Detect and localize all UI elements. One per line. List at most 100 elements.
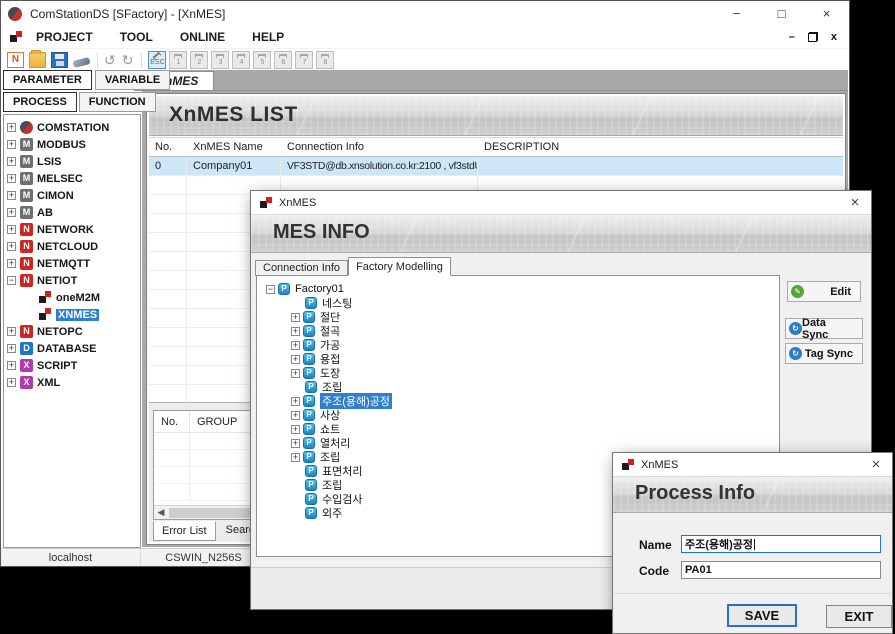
expand-toggle-icon[interactable]: + xyxy=(291,327,300,336)
tree-item-xml[interactable]: +XXML xyxy=(4,374,140,391)
toolbar-button-4[interactable]: 4 xyxy=(232,51,250,69)
tree-item-xnmes[interactable]: XNMES xyxy=(4,306,140,323)
expand-toggle-icon[interactable]: + xyxy=(7,174,16,183)
process-tree-item[interactable]: +P주조(용해)공정 xyxy=(266,394,779,408)
expand-toggle-icon[interactable]: − xyxy=(7,276,16,285)
toolbar-button-1[interactable]: 1 xyxy=(169,51,187,69)
col-description[interactable]: DESCRIPTION xyxy=(478,141,843,153)
undo-icon[interactable]: ↺ xyxy=(104,52,116,68)
expand-toggle-icon[interactable]: + xyxy=(7,378,16,387)
toolbar-button-esc[interactable]: ESC xyxy=(148,51,166,69)
factory-root-item[interactable]: −PFactory01 xyxy=(266,282,779,296)
save-icon[interactable] xyxy=(51,52,68,68)
open-folder-icon[interactable] xyxy=(29,52,46,68)
process-tree-item[interactable]: +P가공 xyxy=(266,338,779,352)
expand-toggle-icon[interactable]: + xyxy=(291,425,300,434)
col-name[interactable]: XnMES Name xyxy=(187,141,281,153)
maximize-button[interactable]: □ xyxy=(759,1,804,26)
process-tree-item[interactable]: +P절단 xyxy=(266,310,779,324)
expand-toggle-icon[interactable]: + xyxy=(291,341,300,350)
menu-project[interactable]: PROJECT xyxy=(36,30,93,44)
process-tree-item[interactable]: +P용접 xyxy=(266,352,779,366)
process-tree-item[interactable]: P조립 xyxy=(266,380,779,394)
tree-item-ab[interactable]: +MAB xyxy=(4,204,140,221)
expand-toggle-icon[interactable]: + xyxy=(291,369,300,378)
tree-item-netopc[interactable]: +NNETOPC xyxy=(4,323,140,340)
expand-toggle-icon[interactable]: + xyxy=(7,123,16,132)
process-tree-item[interactable]: +P사상 xyxy=(266,408,779,422)
close-button[interactable]: × xyxy=(804,1,849,26)
tree-item-cimon[interactable]: +MCIMON xyxy=(4,187,140,204)
tree-item-network[interactable]: +NNETWORK xyxy=(4,221,140,238)
tree-item-netmqtt[interactable]: +NNETMQTT xyxy=(4,255,140,272)
expand-toggle-icon[interactable]: + xyxy=(7,327,16,336)
data-sync-button[interactable]: ↻ Data Sync xyxy=(785,318,863,339)
close-icon[interactable]: × xyxy=(839,191,871,215)
toolbar-button-3[interactable]: 3 xyxy=(211,51,229,69)
tree-item-netiot[interactable]: −NNETIOT xyxy=(4,272,140,289)
expand-toggle-icon[interactable]: + xyxy=(7,344,16,353)
expand-toggle-icon[interactable]: + xyxy=(7,157,16,166)
expand-toggle-icon[interactable]: + xyxy=(7,361,16,370)
tree-item-modbus[interactable]: +MMODBUS xyxy=(4,136,140,153)
col-no[interactable]: No. xyxy=(154,411,190,432)
expand-toggle-icon[interactable]: + xyxy=(7,259,16,268)
expand-toggle-icon[interactable]: + xyxy=(291,355,300,364)
expand-toggle-icon[interactable]: + xyxy=(291,397,300,406)
process-tree-item[interactable]: P네스팅 xyxy=(266,296,779,310)
code-field[interactable]: PA01 xyxy=(681,561,881,579)
tab-process[interactable]: PROCESS xyxy=(3,92,77,112)
tab-connection-info[interactable]: Connection Info xyxy=(255,260,348,276)
name-field[interactable]: 주조(용해)공정 xyxy=(681,535,881,553)
tag-sync-button[interactable]: ↻ Tag Sync xyxy=(785,343,863,364)
tree-item-netcloud[interactable]: +NNETCLOUD xyxy=(4,238,140,255)
tab-error-list[interactable]: Error List xyxy=(153,521,216,541)
tree-item-lsis[interactable]: +MLSIS xyxy=(4,153,140,170)
tree-item-database[interactable]: +DDATABASE xyxy=(4,340,140,357)
expand-toggle-icon[interactable]: − xyxy=(266,285,275,294)
edit-button[interactable]: ✎ Edit xyxy=(787,281,861,302)
expand-toggle-icon[interactable]: + xyxy=(7,208,16,217)
expand-toggle-icon[interactable]: + xyxy=(7,140,16,149)
process-tree-item[interactable]: +P절곡 xyxy=(266,324,779,338)
expand-toggle-icon[interactable]: + xyxy=(7,242,16,251)
tab-parameter[interactable]: PARAMETER xyxy=(3,70,92,90)
mdi-minimize-icon[interactable]: – xyxy=(789,28,795,46)
expand-toggle-icon[interactable]: + xyxy=(7,191,16,200)
process-tree-item[interactable]: +P쇼트 xyxy=(266,422,779,436)
toolbar-button-6[interactable]: 6 xyxy=(274,51,292,69)
mdi-close-icon[interactable]: x xyxy=(831,28,837,46)
tree-item-comstation[interactable]: +COMSTATION xyxy=(4,119,140,136)
menu-help[interactable]: HELP xyxy=(252,30,284,44)
new-icon[interactable]: N xyxy=(7,52,24,68)
tab-function[interactable]: FUNCTION xyxy=(79,92,156,112)
mdi-restore-icon[interactable] xyxy=(808,32,818,42)
toolbar-button-5[interactable]: 5 xyxy=(253,51,271,69)
expand-toggle-icon[interactable]: + xyxy=(291,411,300,420)
expand-toggle-icon[interactable]: + xyxy=(291,453,300,462)
connect-icon[interactable] xyxy=(72,57,90,68)
redo-icon[interactable]: ↻ xyxy=(122,52,134,68)
process-tree-item[interactable]: +P열처리 xyxy=(266,436,779,450)
tab-factory-modelling[interactable]: Factory Modelling xyxy=(348,257,451,276)
toolbar-button-8[interactable]: 8 xyxy=(316,51,334,69)
minimize-button[interactable]: − xyxy=(714,1,759,26)
col-connection[interactable]: Connection Info xyxy=(281,141,478,153)
toolbar-button-7[interactable]: 7 xyxy=(295,51,313,69)
expand-toggle-icon[interactable]: + xyxy=(291,439,300,448)
tree-item-onem2m[interactable]: oneM2M xyxy=(4,289,140,306)
toolbar-button-2[interactable]: 2 xyxy=(190,51,208,69)
exit-button[interactable]: EXIT xyxy=(826,605,892,628)
list-row-selected[interactable]: 0 Company01 VF3STD@db.xnsolution.co.kr:2… xyxy=(149,157,843,176)
process-tree-item[interactable]: +P도장 xyxy=(266,366,779,380)
scroll-left-icon[interactable]: ◀ xyxy=(154,507,168,518)
tab-variable[interactable]: VARIABLE xyxy=(95,70,170,90)
expand-toggle-icon[interactable]: + xyxy=(291,313,300,322)
col-no[interactable]: No. xyxy=(149,141,187,153)
tree-item-script[interactable]: +XSCRIPT xyxy=(4,357,140,374)
menu-online[interactable]: ONLINE xyxy=(180,30,225,44)
tree-item-melsec[interactable]: +MMELSEC xyxy=(4,170,140,187)
menu-tool[interactable]: TOOL xyxy=(120,30,153,44)
save-button[interactable]: SAVE xyxy=(727,604,797,627)
close-icon[interactable]: × xyxy=(860,453,892,477)
